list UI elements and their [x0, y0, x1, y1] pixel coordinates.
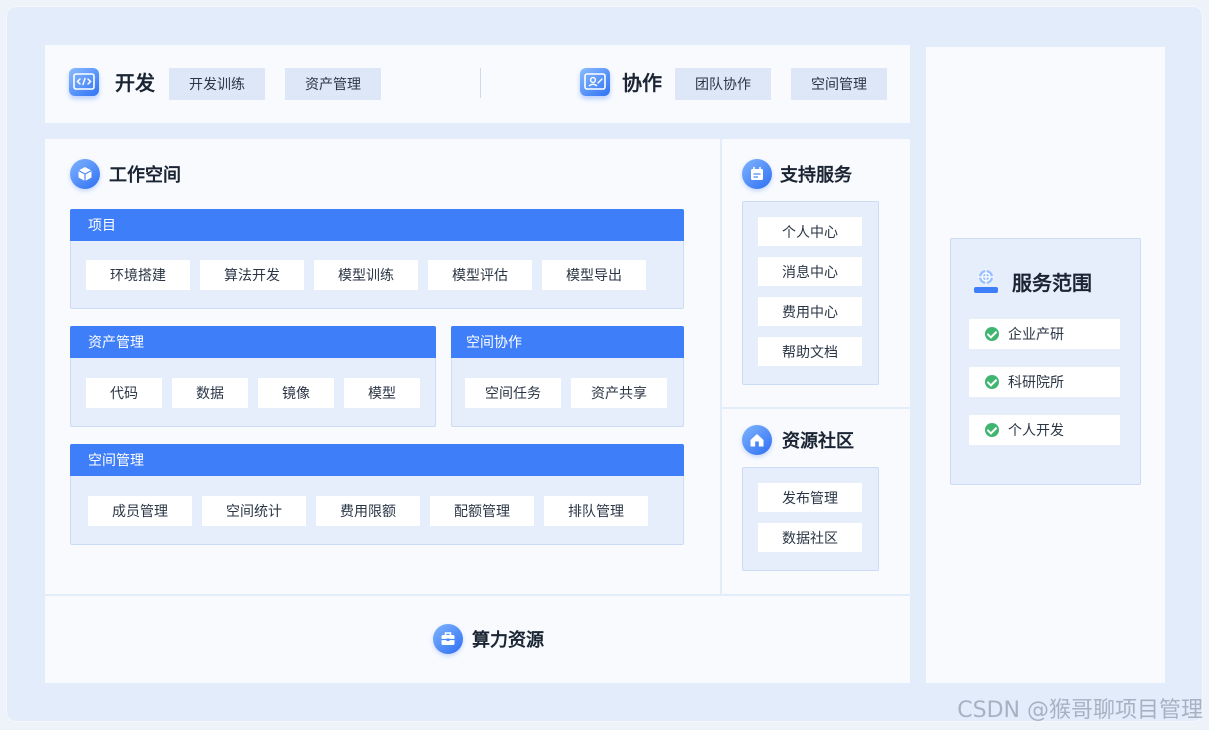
assets-card: 资产管理 代码 数据 镜像 模型	[70, 326, 436, 427]
check-icon	[985, 423, 999, 437]
develop-title: 开发	[115, 71, 155, 95]
community-box: 发布管理 数据社区	[742, 467, 879, 571]
chip-quota-mgmt[interactable]: 配额管理	[430, 496, 534, 526]
scope-panel: 服务范围 企业产研 科研院所 个人开发	[926, 47, 1165, 683]
scope-item-personal[interactable]: 个人开发	[969, 415, 1120, 445]
chip-space-management[interactable]: 空间管理	[791, 68, 887, 100]
space-mgmt-card: 空间管理 成员管理 空间统计 费用限额 配额管理 排队管理	[70, 444, 684, 545]
chip-help-docs[interactable]: 帮助文档	[758, 337, 862, 366]
scope-item-research[interactable]: 科研院所	[969, 367, 1120, 397]
chip-model-training[interactable]: 模型训练	[314, 260, 418, 290]
chip-personal-center[interactable]: 个人中心	[758, 217, 862, 246]
top-bar: 开发 开发训练 资产管理 协作 团队协作 空间管理	[45, 45, 910, 123]
chip-member-mgmt[interactable]: 成员管理	[88, 496, 192, 526]
scope-item-enterprise[interactable]: 企业产研	[969, 319, 1120, 349]
chip-model-export[interactable]: 模型导出	[542, 260, 646, 290]
chip-space-stats[interactable]: 空间统计	[202, 496, 306, 526]
workspace-panel: 工作空间 项目 环境搭建 算法开发 模型训练 模型评估 模型导出 资产管理 代码…	[45, 139, 720, 594]
scope-heading: 服务范围	[971, 265, 1092, 297]
chip-algo-dev[interactable]: 算法开发	[200, 260, 304, 290]
compute-title: 算力资源	[472, 630, 544, 651]
chip-asset-management[interactable]: 资产管理	[285, 68, 381, 100]
compute-panel: 算力资源	[45, 596, 910, 683]
assets-card-header: 资产管理	[70, 326, 436, 358]
toolbox-icon	[433, 624, 463, 654]
community-heading: 资源社区	[742, 425, 854, 455]
watermark: CSDN @猴哥聊项目管理	[957, 698, 1203, 723]
chip-data[interactable]: 数据	[172, 378, 248, 408]
collab-title: 协作	[622, 71, 662, 95]
community-panel: 资源社区 发布管理 数据社区	[722, 409, 910, 594]
chip-queue-mgmt[interactable]: 排队管理	[544, 496, 648, 526]
chip-publish-mgmt[interactable]: 发布管理	[758, 483, 862, 512]
space-mgmt-card-header: 空间管理	[70, 444, 684, 476]
scope-title: 服务范围	[1012, 270, 1092, 295]
check-icon	[985, 327, 999, 341]
chip-cost-limit[interactable]: 费用限额	[316, 496, 420, 526]
code-window-icon	[69, 67, 99, 96]
compute-heading: 算力资源	[433, 624, 544, 654]
chip-billing-center[interactable]: 费用中心	[758, 297, 862, 326]
chip-code[interactable]: 代码	[86, 378, 162, 408]
support-panel: 支持服务 个人中心 消息中心 费用中心 帮助文档	[722, 139, 910, 407]
chip-image[interactable]: 镜像	[258, 378, 334, 408]
check-icon	[985, 375, 999, 389]
collab-heading: 协作	[580, 67, 662, 96]
space-collab-card-header: 空间协作	[451, 326, 684, 358]
cube-icon	[70, 159, 100, 189]
project-card-header: 项目	[70, 209, 684, 241]
chip-asset-share[interactable]: 资产共享	[571, 378, 667, 408]
space-collab-card: 空间协作 空间任务 资产共享	[451, 326, 684, 427]
user-card-icon	[580, 67, 610, 96]
support-heading: 支持服务	[742, 159, 852, 189]
home-icon	[742, 425, 772, 455]
top-divider	[480, 68, 481, 98]
community-title: 资源社区	[782, 431, 854, 452]
chip-message-center[interactable]: 消息中心	[758, 257, 862, 286]
scope-box: 服务范围 企业产研 科研院所 个人开发	[950, 238, 1141, 485]
chip-dev-training[interactable]: 开发训练	[169, 68, 265, 100]
crosshair-icon	[971, 265, 1001, 297]
workspace-heading: 工作空间	[70, 159, 181, 189]
chip-space-task[interactable]: 空间任务	[465, 378, 561, 408]
scope-item-label: 企业产研	[1008, 327, 1064, 343]
support-title: 支持服务	[780, 165, 852, 186]
scope-item-label: 个人开发	[1008, 423, 1064, 439]
scope-item-label: 科研院所	[1008, 375, 1064, 391]
develop-heading: 开发	[69, 67, 155, 96]
workspace-title: 工作空间	[109, 165, 181, 186]
chip-env-setup[interactable]: 环境搭建	[86, 260, 190, 290]
chip-data-community[interactable]: 数据社区	[758, 523, 862, 552]
chip-team-collab[interactable]: 团队协作	[675, 68, 771, 100]
support-box: 个人中心 消息中心 费用中心 帮助文档	[742, 201, 879, 385]
project-card: 项目 环境搭建 算法开发 模型训练 模型评估 模型导出	[70, 209, 684, 309]
chip-model[interactable]: 模型	[344, 378, 420, 408]
chip-model-eval[interactable]: 模型评估	[428, 260, 532, 290]
calendar-icon	[742, 159, 772, 189]
